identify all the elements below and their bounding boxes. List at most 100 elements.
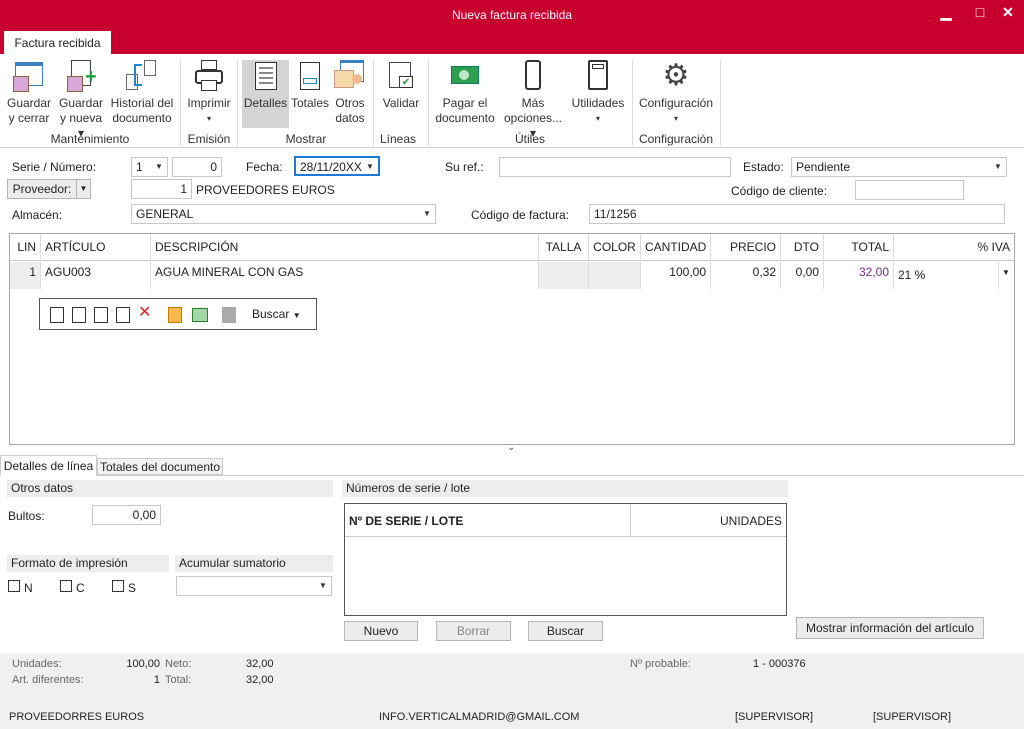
buscar-dropdown[interactable]: Buscar ▼ — [252, 307, 301, 321]
col-dto1[interactable]: DTO 1 — [781, 234, 824, 281]
footer-email: INFO.VERTICALMADRID@GMAIL.COM — [379, 711, 580, 723]
buscar-button[interactable]: Buscar — [528, 621, 603, 641]
col-total[interactable]: TOTAL — [824, 234, 894, 261]
checkbox-n[interactable] — [8, 580, 20, 592]
buscar-label: Buscar — [252, 307, 290, 321]
other-data-button[interactable]: Otros datos — [332, 60, 368, 126]
estado-select[interactable]: Pendiente ▼ — [791, 157, 1007, 177]
minimize-button[interactable]: ▁ — [936, 4, 956, 21]
cell-iva[interactable]: 21 % — [894, 262, 999, 289]
notes-icon[interactable] — [168, 307, 182, 323]
label: Configuración — [638, 96, 714, 110]
tab-totales-documento[interactable]: Totales del documento — [97, 458, 223, 475]
fecha-field[interactable]: 28/11/20XX ▼ — [294, 156, 380, 176]
almacen-label: Almacén: — [12, 208, 63, 222]
acumular-select[interactable]: ▼ — [176, 576, 332, 596]
splitter-chevron-icon[interactable]: ⌄ — [507, 442, 515, 453]
proveedor-code-field[interactable]: 1 — [131, 179, 192, 199]
col-unidades[interactable]: UNIDADES — [631, 504, 786, 537]
tab-detalles-linea[interactable]: Detalles de línea — [0, 455, 97, 476]
formato-impresion-header: Formato de impresión — [7, 555, 169, 572]
estado-value: Pendiente — [796, 160, 851, 174]
suref-field[interactable] — [499, 157, 731, 177]
total-label: Total: — [165, 674, 192, 686]
codigo-factura-field[interactable]: 11/1256 — [589, 204, 1005, 224]
details-button[interactable]: Detalles — [242, 60, 289, 128]
label: Detalles — [243, 96, 288, 110]
chevron-down-icon: ▼ — [79, 184, 88, 193]
disabled-icon — [222, 307, 236, 323]
cell-color[interactable] — [589, 262, 641, 289]
maximize-button[interactable]: □ — [970, 4, 990, 20]
copy-line-icon[interactable] — [94, 307, 108, 323]
checkbox-c[interactable] — [60, 580, 72, 592]
codigo-factura-label: Código de factura: — [471, 208, 570, 222]
otros-datos-header: Otros datos — [7, 480, 333, 497]
serie-select[interactable]: 1 ▼ — [131, 157, 168, 177]
lines-toolbar: ✕ Buscar ▼ — [39, 298, 317, 330]
nuevo-button[interactable]: Nuevo — [344, 621, 418, 641]
validate-button[interactable]: ✔ Validar — [378, 60, 424, 111]
bultos-label: Bultos: — [8, 509, 45, 523]
proveedor-dropdown[interactable]: ▼ — [76, 179, 91, 199]
delete-icon[interactable]: ✕ — [138, 305, 152, 321]
mostrar-info-button[interactable]: Mostrar información del artículo — [796, 617, 984, 639]
label: Historial del — [110, 96, 174, 110]
label: Más — [521, 96, 545, 110]
proveedor-button[interactable]: Proveedor: — [7, 179, 77, 199]
chevron-down-icon[interactable]: ▼ — [1002, 268, 1010, 277]
art-label: Art. diferentes: — [12, 674, 84, 686]
close-button[interactable]: ✕ — [998, 4, 1018, 21]
footer-proveedor: PROVEEDORRES EUROS — [9, 711, 145, 723]
configuration-button[interactable]: ⚙ Configuración ▾ — [636, 60, 716, 126]
bultos-field[interactable]: 0,00 — [92, 505, 161, 525]
almacen-select[interactable]: GENERAL ▼ — [131, 204, 436, 224]
col-descripcion[interactable]: DESCRIPCIÓN — [151, 234, 539, 261]
col-articulo[interactable]: ARTÍCULO — [41, 234, 151, 261]
image-icon[interactable] — [192, 308, 208, 322]
col-precio[interactable]: PRECIO — [711, 234, 781, 261]
insert-line-icon[interactable] — [72, 307, 86, 323]
cell-dto1[interactable]: 0,00 — [781, 262, 824, 289]
save-new-button[interactable]: + Guardar y nueva ▾ — [56, 60, 106, 141]
col-cantidad[interactable]: CANTIDAD — [641, 234, 711, 261]
checkbox-n-label: N — [24, 581, 33, 595]
cell-cantidad[interactable]: 100,00 — [641, 262, 711, 289]
cell-descripcion[interactable]: AGUA MINERAL CON GAS — [151, 262, 539, 289]
col-serie-lote[interactable]: Nº DE SERIE / LOTE — [345, 504, 631, 537]
col-color[interactable]: COLOR — [589, 234, 641, 261]
utilities-button[interactable]: Utilidades ▾ — [570, 60, 626, 126]
almacen-value: GENERAL — [136, 207, 194, 221]
checkbox-s[interactable] — [112, 580, 124, 592]
acumular-header: Acumular sumatorio — [175, 555, 333, 572]
history-button[interactable]: Historial del documento — [108, 60, 176, 126]
pay-document-button[interactable]: Pagar el documento — [434, 60, 496, 126]
history-icon — [126, 60, 158, 92]
group-emision: Emisión — [187, 132, 231, 146]
edit-line-icon[interactable] — [116, 307, 130, 323]
label: Pagar el — [442, 96, 488, 110]
col-talla[interactable]: TALLA — [539, 234, 589, 261]
print-button[interactable]: Imprimir ▾ — [186, 60, 232, 126]
chevron-down-icon: ▼ — [292, 311, 301, 320]
lines-grid: LIN ARTÍCULO DESCRIPCIÓN TALLA COLOR CAN… — [9, 233, 1015, 445]
cell-talla[interactable] — [539, 262, 589, 289]
art-value: 1 — [153, 674, 160, 686]
codigo-cliente-field[interactable] — [855, 180, 964, 200]
cell-lin: 1 — [10, 262, 41, 289]
label: documento — [112, 111, 172, 125]
cell-precio[interactable]: 0,32 — [711, 262, 781, 289]
new-line-icon[interactable] — [50, 307, 64, 323]
totals-button[interactable]: Totales — [290, 60, 330, 111]
details-icon — [250, 60, 282, 92]
numero-field[interactable]: 0 — [172, 157, 222, 177]
save-close-button[interactable]: Guardar y cerrar — [4, 60, 54, 126]
borrar-button[interactable]: Borrar — [436, 621, 511, 641]
tab-factura-recibida[interactable]: Factura recibida — [4, 31, 111, 55]
col-lin[interactable]: LIN — [10, 234, 41, 261]
col-iva[interactable]: % IVA — [894, 234, 1014, 261]
cell-articulo[interactable]: AGU003 — [41, 262, 151, 289]
chevron-down-icon: ▼ — [155, 162, 163, 171]
codigo-cliente-label: Código de cliente: — [731, 184, 828, 198]
more-options-button[interactable]: Más opciones... ▾ — [500, 60, 566, 141]
